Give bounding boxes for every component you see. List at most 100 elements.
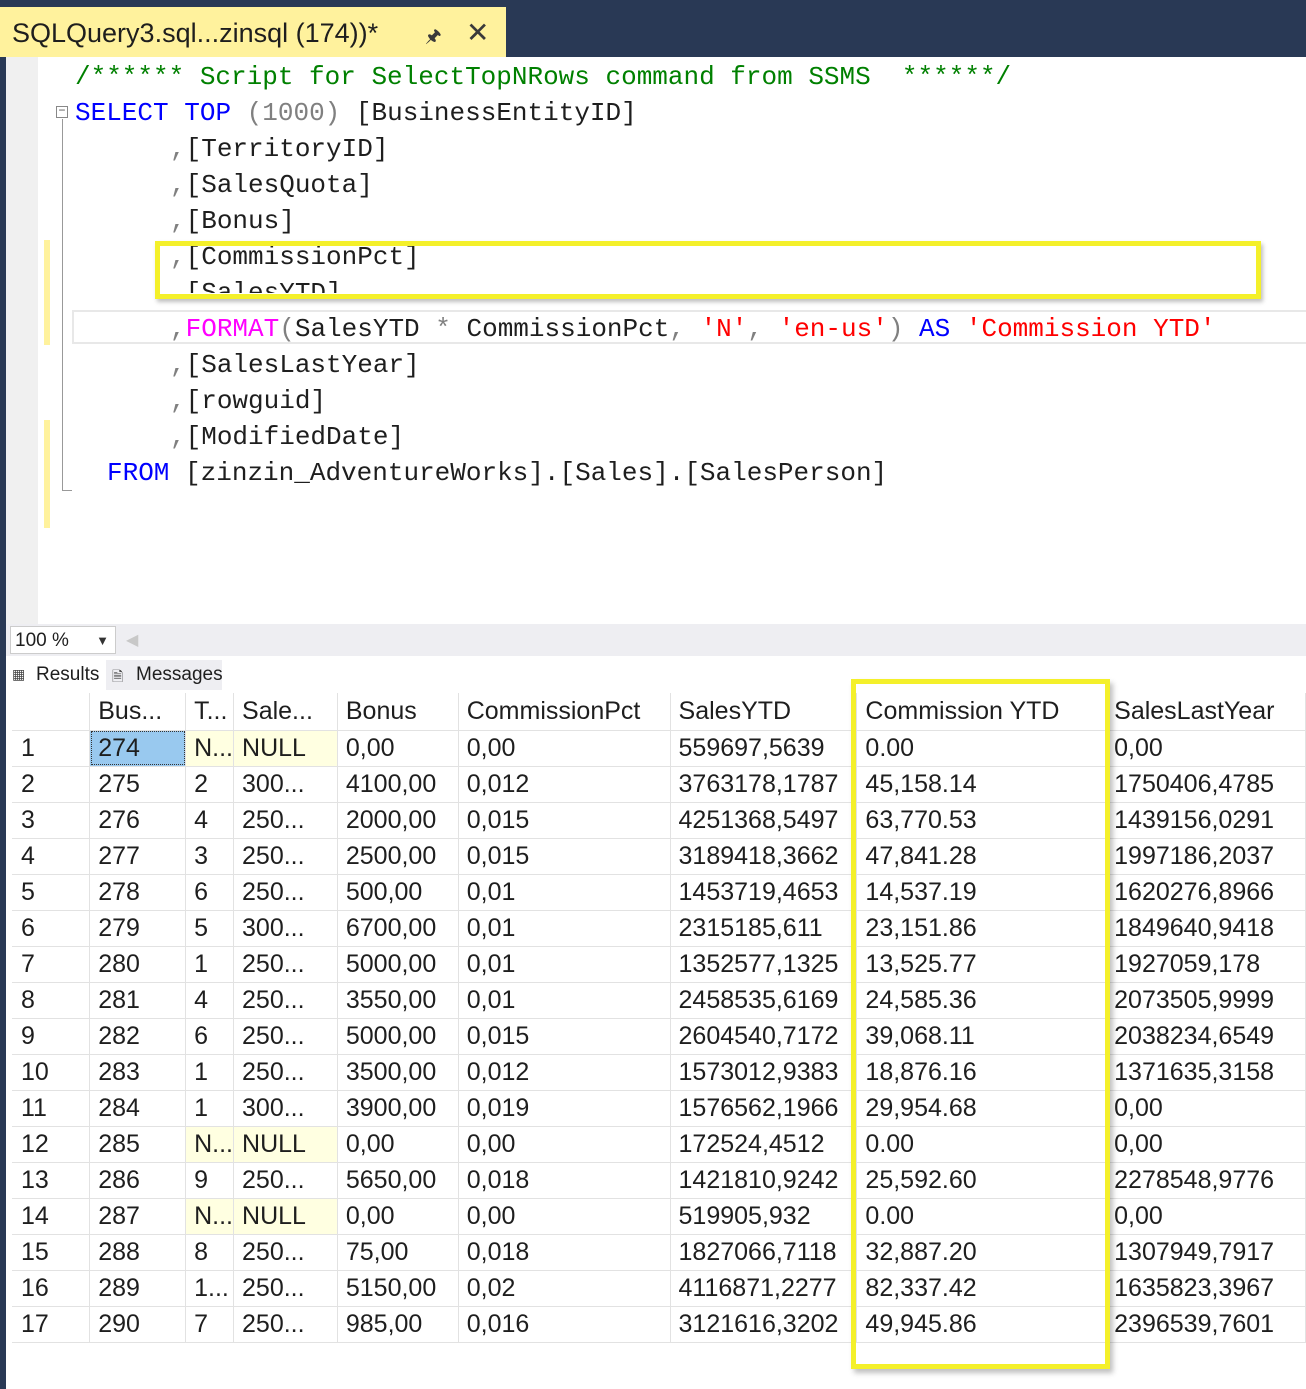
results-grid[interactable]: Bus... T... Sale... Bonus CommissionPct Sales…: [12, 693, 1306, 1343]
grid-cell[interactable]: 1620276,8966: [1105, 874, 1306, 911]
grid-cell[interactable]: 3550,00: [337, 982, 459, 1019]
query-editor[interactable]: − /****** Script for SelectTopNRows comm…: [6, 57, 1306, 624]
grid-cell[interactable]: 0,018: [458, 1162, 671, 1199]
grid-cell[interactable]: 300...: [233, 910, 338, 947]
column-header[interactable]: T...: [185, 693, 235, 731]
grid-cell[interactable]: 250...: [233, 1018, 338, 1055]
scroll-left-icon[interactable]: ◀: [126, 630, 138, 650]
row-number[interactable]: 3: [12, 802, 91, 839]
grid-cell[interactable]: 1352577,1325: [670, 946, 858, 983]
grid-cell[interactable]: 1927059,178: [1105, 946, 1306, 983]
column-header[interactable]: Bus...: [89, 693, 187, 731]
grid-cell[interactable]: 0,00: [1105, 1198, 1306, 1235]
row-number[interactable]: 9: [12, 1018, 91, 1055]
grid-cell[interactable]: 0,012: [458, 766, 671, 803]
grid-cell[interactable]: 1997186,2037: [1105, 838, 1306, 875]
grid-cell[interactable]: 1750406,4785: [1105, 766, 1306, 803]
grid-cell[interactable]: 0,018: [458, 1234, 671, 1271]
row-number[interactable]: 15: [12, 1234, 91, 1271]
grid-cell[interactable]: 1453719,4653: [670, 874, 858, 911]
grid-cell[interactable]: NULL: [233, 730, 338, 767]
grid-cell[interactable]: 2073505,9999: [1105, 982, 1306, 1019]
row-number[interactable]: 1: [12, 730, 91, 767]
grid-cell[interactable]: 172524,4512: [670, 1126, 858, 1163]
row-number[interactable]: 14: [12, 1198, 91, 1235]
grid-cell[interactable]: 283: [89, 1054, 187, 1091]
row-number[interactable]: 16: [12, 1270, 91, 1307]
grid-cell[interactable]: 0,01: [458, 874, 671, 911]
grid-cell[interactable]: 0,019: [458, 1090, 671, 1127]
grid-cell[interactable]: 6: [185, 874, 235, 911]
column-header[interactable]: CommissionPct: [458, 693, 671, 731]
tab-messages[interactable]: 🗎︎ Messages: [106, 660, 223, 690]
grid-cell[interactable]: 250...: [233, 982, 338, 1019]
grid-cell[interactable]: 0,00: [337, 1198, 459, 1235]
grid-cell[interactable]: 0,015: [458, 838, 671, 875]
grid-cell[interactable]: 250...: [233, 1162, 338, 1199]
grid-cell[interactable]: 1573012,9383: [670, 1054, 858, 1091]
grid-cell[interactable]: 6: [185, 1018, 235, 1055]
grid-cell[interactable]: 6700,00: [337, 910, 459, 947]
grid-cell[interactable]: 288: [89, 1234, 187, 1271]
grid-cell[interactable]: 284: [89, 1090, 187, 1127]
grid-cell[interactable]: 5650,00: [337, 1162, 459, 1199]
grid-cell[interactable]: 280: [89, 946, 187, 983]
row-number[interactable]: 6: [12, 910, 91, 947]
grid-cell[interactable]: 0,015: [458, 802, 671, 839]
grid-cell[interactable]: 250...: [233, 874, 338, 911]
grid-cell[interactable]: 2458535,6169: [670, 982, 858, 1019]
grid-cell[interactable]: 5000,00: [337, 946, 459, 983]
zoom-select[interactable]: 100 % ▼: [10, 626, 116, 654]
grid-cell[interactable]: 0,02: [458, 1270, 671, 1307]
grid-cell[interactable]: 2278548,9776: [1105, 1162, 1306, 1199]
grid-cell[interactable]: N...: [185, 730, 235, 767]
tab-results[interactable]: ▦ Results: [6, 660, 104, 690]
grid-cell[interactable]: 1421810,9242: [670, 1162, 858, 1199]
grid-cell[interactable]: 0,01: [458, 946, 671, 983]
grid-cell[interactable]: 2315185,611: [670, 910, 858, 947]
column-header[interactable]: SalesLastYear: [1105, 693, 1306, 731]
grid-cell[interactable]: 282: [89, 1018, 187, 1055]
document-tab[interactable]: SQLQuery3.sql...zinsql (174))* 🖈︎ ✕: [0, 7, 506, 57]
grid-cell[interactable]: 1635823,3967: [1105, 1270, 1306, 1307]
grid-cell[interactable]: 250...: [233, 946, 338, 983]
row-number[interactable]: 8: [12, 982, 91, 1019]
row-number[interactable]: 17: [12, 1306, 91, 1343]
grid-cell[interactable]: 2038234,6549: [1105, 1018, 1306, 1055]
grid-cell[interactable]: 4116871,2277: [670, 1270, 858, 1307]
grid-cell[interactable]: 1827066,7118: [670, 1234, 858, 1271]
grid-cell[interactable]: 5: [185, 910, 235, 947]
collapse-icon[interactable]: −: [56, 105, 68, 118]
grid-cell[interactable]: 3900,00: [337, 1090, 459, 1127]
row-number[interactable]: 13: [12, 1162, 91, 1199]
row-number[interactable]: 2: [12, 766, 91, 803]
grid-cell[interactable]: 278: [89, 874, 187, 911]
grid-cell[interactable]: 1...: [185, 1270, 235, 1307]
grid-cell[interactable]: 8: [185, 1234, 235, 1271]
grid-cell[interactable]: 5000,00: [337, 1018, 459, 1055]
grid-cell[interactable]: 290: [89, 1306, 187, 1343]
grid-cell[interactable]: 2500,00: [337, 838, 459, 875]
grid-cell[interactable]: 286: [89, 1162, 187, 1199]
row-number[interactable]: 11: [12, 1090, 91, 1127]
grid-cell[interactable]: 519905,932: [670, 1198, 858, 1235]
grid-cell[interactable]: 5150,00: [337, 1270, 459, 1307]
grid-cell[interactable]: 0,016: [458, 1306, 671, 1343]
grid-cell[interactable]: 250...: [233, 1306, 338, 1343]
grid-cell[interactable]: 559697,5639: [670, 730, 858, 767]
grid-cell[interactable]: 275: [89, 766, 187, 803]
row-number[interactable]: 5: [12, 874, 91, 911]
grid-cell[interactable]: 0,00: [1105, 730, 1306, 767]
column-header[interactable]: SalesYTD: [670, 693, 858, 731]
grid-cell[interactable]: 9: [185, 1162, 235, 1199]
grid-cell[interactable]: 1576562,1966: [670, 1090, 858, 1127]
grid-cell[interactable]: 3189418,3662: [670, 838, 858, 875]
pin-icon[interactable]: 🖈︎: [425, 24, 442, 54]
row-number[interactable]: 10: [12, 1054, 91, 1091]
grid-cell[interactable]: 4100,00: [337, 766, 459, 803]
grid-cell[interactable]: NULL: [233, 1126, 338, 1163]
grid-cell[interactable]: 4251368,5497: [670, 802, 858, 839]
chevron-down-icon[interactable]: ▼: [96, 633, 109, 648]
grid-cell[interactable]: 0,00: [1105, 1126, 1306, 1163]
grid-cell[interactable]: 3121616,3202: [670, 1306, 858, 1343]
